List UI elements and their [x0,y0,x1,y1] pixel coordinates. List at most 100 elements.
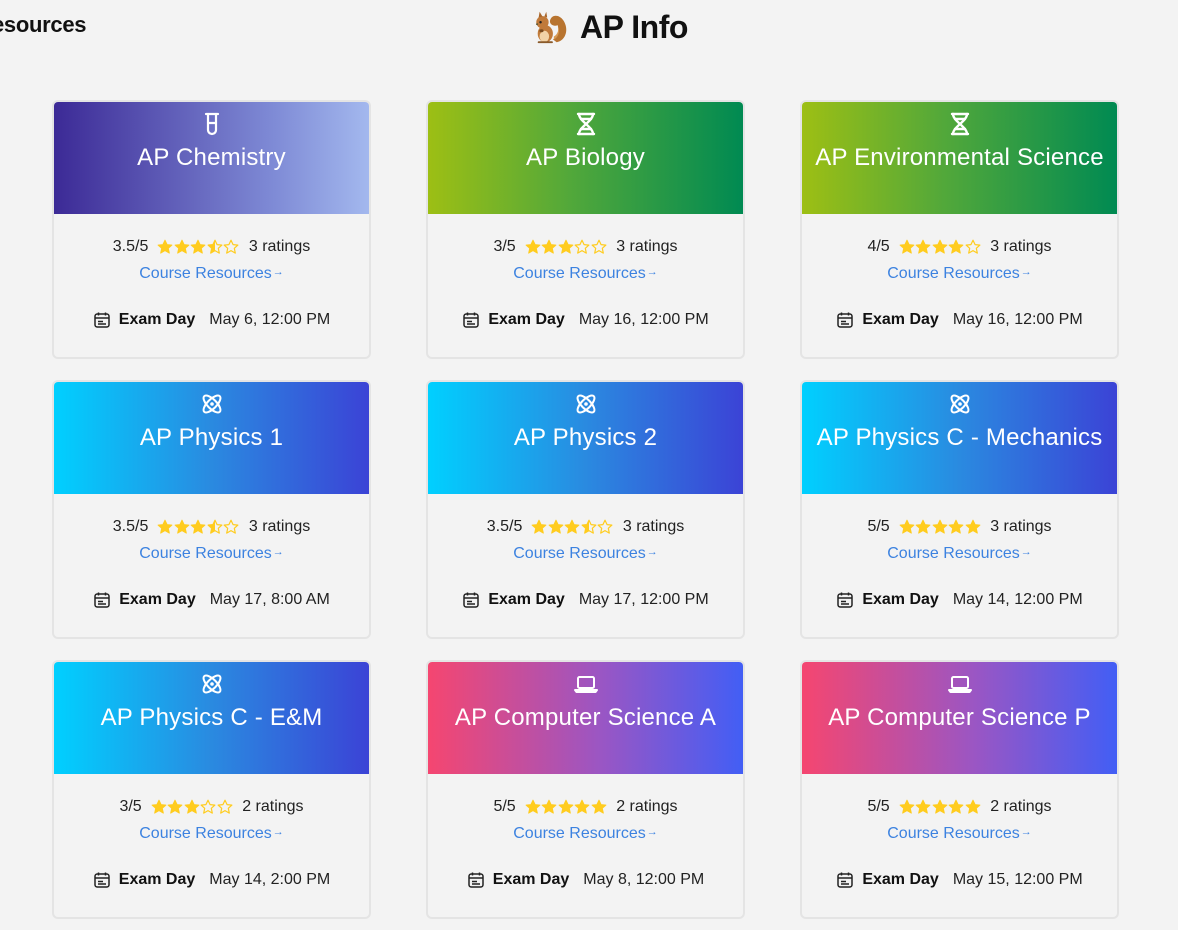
star-full-icon [157,239,173,254]
course-resources-label[interactable]: Course Resources [139,265,272,282]
course-resources-link[interactable]: Course Resources→ [54,545,369,563]
ratings-count: 3 ratings [990,518,1052,535]
exam-day-row: Exam Day May 17, 8:00 AM [54,591,369,609]
course-card-header: AP Physics 2 [428,382,743,494]
course-card-body: 5/5 3 ratings Course Resources→ Exam Day… [802,494,1117,637]
course-card[interactable]: AP Physics C - E&M 3/5 2 ratings Course … [52,660,371,919]
course-card[interactable]: AP Physics C - Mechanics 5/5 3 ratings C… [800,380,1119,639]
exam-date: May 16, 12:00 PM [578,311,709,328]
star-full-icon [167,799,183,814]
ratings-count: 3 ratings [616,238,678,255]
exam-day-label: Exam Day [119,591,196,608]
course-resources-label[interactable]: Course Resources [513,825,646,842]
star-empty-icon [597,519,613,534]
star-rating [899,239,982,255]
star-empty-icon [591,239,607,254]
exam-date: May 17, 12:00 PM [578,591,709,608]
calendar-icon [837,312,854,328]
calendar-icon [468,872,484,888]
star-rating [531,519,614,535]
star-rating [899,519,982,535]
course-card[interactable]: AP Physics 2 3.5/5 3 ratings Course Reso… [426,380,745,639]
rating-score: 3.5/5 [112,238,149,255]
course-card-header: AP Computer Science A [428,662,743,774]
exam-day-row: Exam Day May 14, 2:00 PM [54,871,369,889]
star-full-icon [558,239,574,254]
course-resources-link[interactable]: Course Resources→ [802,265,1117,283]
course-card-header: AP Physics C - E&M [54,662,369,774]
course-resources-label[interactable]: Course Resources [887,825,1020,842]
course-resources-label[interactable]: Course Resources [139,545,272,562]
ratings-count: 3 ratings [622,518,685,535]
rating-score: 3.5/5 [112,518,149,535]
star-full-icon [525,799,541,814]
rating-row: 5/5 2 ratings [428,798,743,816]
exam-date: May 15, 12:00 PM [952,871,1083,888]
star-full-icon [190,519,206,534]
exam-date: May 16, 12:00 PM [952,311,1083,328]
course-title: AP Physics 1 [139,424,284,451]
squirrel-icon [536,11,567,44]
course-card[interactable]: AP Computer Science A 5/5 2 ratings Cour… [426,660,745,919]
exam-date: May 8, 12:00 PM [583,871,705,888]
course-card-header: AP Physics 1 [54,382,369,494]
exam-day-row: Exam Day May 16, 12:00 PM [802,311,1117,329]
arrow-right-icon: → [1020,826,1032,838]
course-card[interactable]: AP Physics 1 3.5/5 3 ratings Course Reso… [52,380,371,639]
ratings-count: 3 ratings [248,238,311,255]
star-empty-icon [965,239,981,254]
exam-date: May 14, 12:00 PM [952,591,1083,608]
course-card[interactable]: AP Environmental Science 4/5 3 ratings C… [800,100,1119,359]
exam-day-label: Exam Day [862,591,939,608]
course-resources-link[interactable]: Course Resources→ [428,825,743,843]
ratings-count: 3 ratings [990,238,1052,255]
star-rating [157,239,240,255]
course-resources-label[interactable]: Course Resources [887,265,1020,282]
course-card-body: 3.5/5 3 ratings Course Resources→ Exam D… [54,214,369,357]
course-resources-link[interactable]: Course Resources→ [54,825,369,843]
rating-row: 3.5/5 3 ratings [54,518,369,536]
star-full-icon [531,519,547,534]
exam-day-row: Exam Day May 14, 12:00 PM [802,591,1117,609]
star-full-icon [541,799,557,814]
exam-day-row: Exam Day May 16, 12:00 PM [428,311,743,329]
arrow-right-icon: → [646,266,658,278]
calendar-icon [463,592,480,608]
course-card-body: 5/5 2 ratings Course Resources→ Exam Day… [428,774,743,917]
star-full-icon [932,519,948,534]
course-card[interactable]: AP Chemistry 3.5/5 3 ratings Course Reso… [52,100,371,359]
resources-nav-title[interactable]: esources [0,12,87,38]
course-resources-link[interactable]: Course Resources→ [802,825,1117,843]
course-resources-label[interactable]: Course Resources [513,545,646,562]
course-resources-label[interactable]: Course Resources [513,265,646,282]
star-half-icon [207,519,223,534]
laptop-icon [573,671,599,697]
atom-icon [199,391,225,417]
exam-day-row: Exam Day May 15, 12:00 PM [802,871,1117,889]
course-resources-link[interactable]: Course Resources→ [802,545,1117,563]
course-resources-link[interactable]: Course Resources→ [428,265,743,283]
course-card-header: AP Biology [428,102,743,214]
course-resources-link[interactable]: Course Resources→ [428,545,743,563]
course-title: AP Physics C - E&M [100,704,323,731]
course-resources-link[interactable]: Course Resources→ [54,265,369,283]
star-full-icon [915,799,931,814]
course-card[interactable]: AP Biology 3/5 3 ratings Course Resource… [426,100,745,359]
star-rating [151,799,234,815]
brand[interactable]: AP Info [532,8,688,46]
rating-score: 3/5 [493,238,516,255]
course-resources-label[interactable]: Course Resources [139,825,272,842]
star-full-icon [932,239,948,254]
atom-icon [947,391,973,417]
course-resources-label[interactable]: Course Resources [887,545,1020,562]
course-card-header: AP Computer Science P [802,662,1117,774]
star-full-icon [574,799,590,814]
arrow-right-icon: → [1020,266,1032,278]
ratings-count: 2 ratings [990,798,1052,815]
exam-day-row: Exam Day May 17, 12:00 PM [428,591,743,609]
course-card-body: 3.5/5 3 ratings Course Resources→ Exam D… [54,494,369,637]
star-full-icon [965,799,981,814]
rating-score: 5/5 [867,798,890,815]
course-card[interactable]: AP Computer Science P 5/5 2 ratings Cour… [800,660,1119,919]
course-card-body: 3/5 2 ratings Course Resources→ Exam Day… [54,774,369,917]
